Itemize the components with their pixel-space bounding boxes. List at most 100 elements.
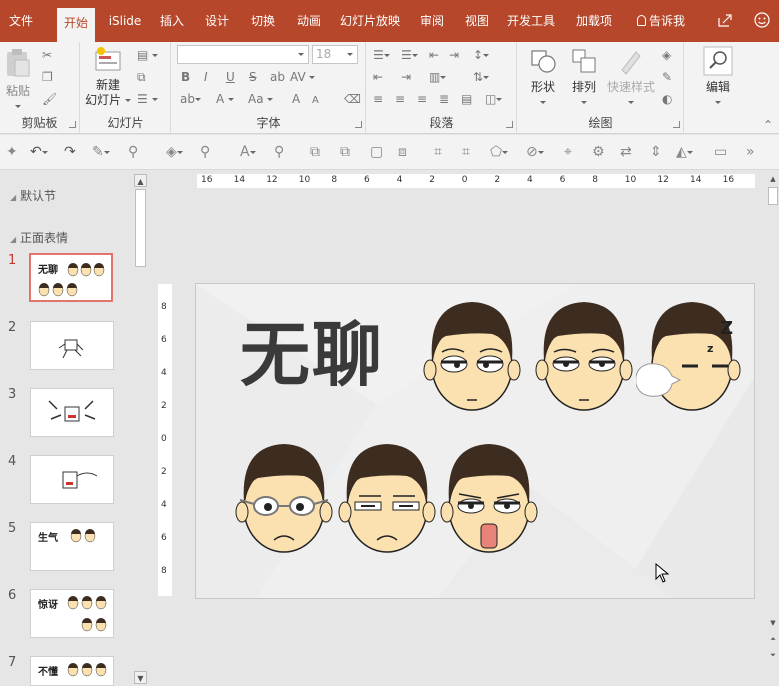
shapes-button[interactable]: 形状 <box>523 46 563 110</box>
smartart-icon[interactable]: ◫ <box>485 92 503 106</box>
new-slide-button[interactable]: 新建 幻灯片 <box>85 46 131 108</box>
eyedropper-2-icon[interactable]: ⚲ <box>200 144 210 160</box>
intersect-icon[interactable]: ⌖ <box>564 144 572 160</box>
scroll-thumb[interactable] <box>768 187 778 205</box>
slide-thumbnail-4[interactable] <box>30 455 114 504</box>
slide-title[interactable]: 无聊 <box>240 310 384 400</box>
pen-icon[interactable]: ✎ <box>92 144 110 160</box>
scroll-thumb[interactable] <box>135 189 146 267</box>
justify-button[interactable]: ≣ <box>439 92 449 106</box>
horizontal-ruler[interactable]: 16 14 12 10 8 6 4 2 0 2 4 6 8 10 12 14 16 <box>197 174 755 188</box>
slide-thumbnail-7[interactable]: 不懂 <box>30 656 114 686</box>
scroll-up-icon[interactable]: ▲ <box>767 173 779 185</box>
increase-indent-icon[interactable]: ⇥ <box>449 48 459 62</box>
align-left-button[interactable]: ≡ <box>373 92 383 106</box>
decrease-indent-icon[interactable]: ⇤ <box>429 48 439 62</box>
tab-design[interactable]: 设计 <box>199 5 235 37</box>
editing-button[interactable]: 编辑 <box>699 46 737 110</box>
grow-font-button[interactable]: A <box>292 92 300 106</box>
undo-icon[interactable]: ↶ <box>30 144 48 160</box>
drawing-launcher-icon[interactable] <box>673 121 680 128</box>
change-case-button[interactable]: Aa <box>248 92 274 106</box>
section-header-default[interactable]: ◢ 默认节 <box>10 187 56 204</box>
eyedropper-3-icon[interactable]: ⚲ <box>274 144 284 160</box>
arrange-button[interactable]: 排列 <box>564 46 604 110</box>
highlight-icon[interactable]: ab <box>180 92 201 106</box>
slide-thumbnail-5[interactable]: 生气 <box>30 522 114 571</box>
face-tongue[interactable] <box>439 440 539 556</box>
collapse-ribbon-icon[interactable]: ⌃ <box>763 118 773 132</box>
group-icon[interactable]: ⧉ <box>310 144 320 160</box>
thumbnails-scrollbar[interactable]: ▲ ▼ <box>132 171 149 686</box>
previous-slide-icon[interactable]: ⏶ <box>767 633 779 645</box>
shape-outline-icon[interactable]: ✎ <box>662 70 672 84</box>
paragraph-launcher-icon[interactable] <box>506 121 513 128</box>
italic-button[interactable]: I <box>204 70 208 84</box>
slide-canvas[interactable]: 无聊 Z z <box>195 283 755 599</box>
eyedropper-icon[interactable]: ⚲ <box>128 144 138 160</box>
tab-home[interactable]: 开始 <box>57 8 95 42</box>
font-color-button[interactable]: A <box>216 92 235 106</box>
slide-thumbnail-2[interactable] <box>30 321 114 370</box>
bold-button[interactable]: B <box>181 70 190 84</box>
section-icon[interactable]: ☰ <box>137 92 158 106</box>
char-spacing-icon[interactable]: ab <box>270 70 285 84</box>
distribute-icon[interactable]: ⇕ <box>650 144 662 160</box>
numbering-icon[interactable]: ☰ <box>401 48 418 62</box>
transform-icon[interactable]: ⚙ <box>592 144 605 160</box>
crop-icon[interactable]: ⌗ <box>434 144 442 160</box>
vertical-ruler[interactable]: 8 6 4 2 0 2 4 6 8 <box>158 284 172 596</box>
tell-me[interactable]: 告诉我 <box>628 5 694 37</box>
slide-thumbnail-6[interactable]: 惊讶 <box>30 589 114 638</box>
tab-islide[interactable]: iSlide <box>103 5 147 37</box>
shape-effects-icon[interactable]: ◐ <box>662 92 672 106</box>
face-bored-2[interactable] <box>534 298 634 414</box>
align-right-button[interactable]: ≡ <box>417 92 427 106</box>
layout-icon[interactable]: ▤ <box>137 48 159 62</box>
strikethrough-button[interactable]: S <box>249 70 257 84</box>
shrink-font-button[interactable]: A <box>312 94 319 108</box>
clear-format-icon[interactable]: ⌫ <box>344 92 361 106</box>
quick-styles-button[interactable]: 快速样式 <box>604 46 658 110</box>
bullets-icon[interactable]: ☰ <box>373 48 390 62</box>
distribute-button[interactable]: ▤ <box>461 92 472 106</box>
reset-icon[interactable]: ⧉ <box>137 70 146 84</box>
align-left-icon[interactable]: ⇤ <box>373 70 383 84</box>
clipboard-launcher-icon[interactable] <box>69 121 76 128</box>
scroll-up-icon[interactable]: ▲ <box>134 174 147 187</box>
more-commands-icon[interactable]: » <box>746 144 755 160</box>
fill-icon[interactable]: ◈ <box>166 144 183 160</box>
scroll-down-icon[interactable]: ▼ <box>767 617 779 629</box>
tab-file[interactable]: 文件 <box>0 5 42 37</box>
columns-icon[interactable]: ▥ <box>429 70 447 84</box>
tab-transitions[interactable]: 切换 <box>245 5 281 37</box>
face-bored-1[interactable] <box>422 298 522 414</box>
underline-button[interactable]: U <box>226 70 235 84</box>
smiley-icon[interactable] <box>750 5 774 37</box>
shape-fill-icon[interactable]: ◈ <box>662 48 671 62</box>
ungroup-icon[interactable]: ⧉ <box>340 144 350 160</box>
cut-icon[interactable]: ✂ <box>42 48 52 62</box>
text-direction-icon[interactable]: ⇅ <box>473 70 490 84</box>
font-launcher-icon[interactable] <box>355 121 362 128</box>
font-size-input[interactable]: 18 <box>312 45 358 64</box>
change-shape-icon[interactable]: ⬠ <box>490 144 509 160</box>
format-painter-icon[interactable]: 🖌 <box>42 92 57 106</box>
face-sleeping[interactable] <box>636 298 746 414</box>
editor-scrollbar[interactable]: ▲ ▼ ⏶ ⏷ <box>767 171 779 686</box>
line-spacing-icon[interactable]: ↕ <box>473 48 490 62</box>
align-center-button[interactable]: ≡ <box>395 92 405 106</box>
tab-view[interactable]: 视图 <box>459 5 495 37</box>
align-center-icon[interactable]: ⇥ <box>401 70 411 84</box>
scroll-down-icon[interactable]: ▼ <box>134 671 147 684</box>
section-header-positive[interactable]: ◢ 正面表情 <box>10 229 68 246</box>
merge-shapes-icon[interactable]: ⊘ <box>526 144 544 160</box>
face-glasses[interactable] <box>234 440 334 556</box>
text-color-icon[interactable]: A <box>240 144 256 160</box>
tab-developer[interactable]: 开发工具 <box>503 5 559 37</box>
rotate-icon[interactable]: ◭ <box>676 144 693 160</box>
tab-slideshow[interactable]: 幻灯片放映 <box>337 5 403 37</box>
tab-animations[interactable]: 动画 <box>291 5 327 37</box>
change-case-icon[interactable]: AV <box>290 70 316 84</box>
replace-icon[interactable]: ⇄ <box>620 144 632 160</box>
